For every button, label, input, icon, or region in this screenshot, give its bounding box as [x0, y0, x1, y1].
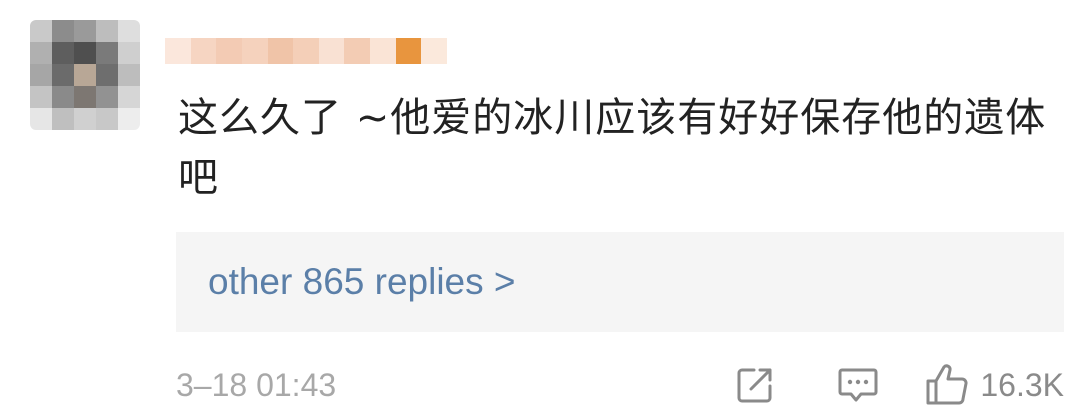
avatar[interactable] [30, 20, 140, 130]
like-count: 16.3K [980, 366, 1064, 403]
comment-text: 这么久了 ~他爱的冰川应该有好好保存他的遗体吧 [178, 95, 1047, 201]
share-icon [737, 368, 772, 403]
timestamp: 3–18 01:43 [176, 366, 337, 403]
comment-footer: 3–18 01:43 16.3K [176, 360, 1064, 410]
view-replies-button[interactable]: other 865 replies > [176, 232, 1064, 332]
comment-actions: 16.3K [734, 360, 1064, 410]
comment-button[interactable] [836, 364, 880, 406]
like-button[interactable]: 16.3K [924, 363, 1064, 407]
share-button[interactable] [734, 364, 776, 406]
replies-label: other 865 replies > [208, 261, 516, 302]
comment-icon [838, 368, 878, 402]
thumbs-up-icon [926, 364, 968, 405]
username[interactable] [165, 38, 448, 64]
